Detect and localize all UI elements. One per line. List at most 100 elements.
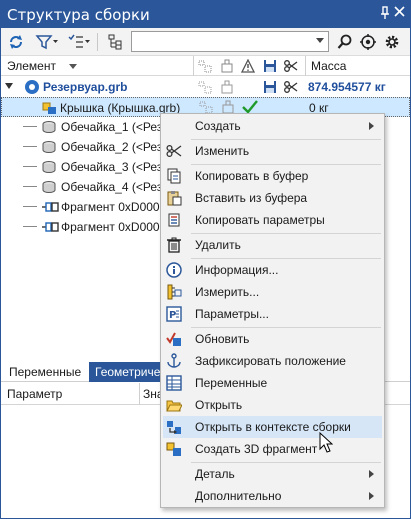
column-parameter[interactable]: Параметр (7, 387, 62, 401)
menu-item-copy[interactable]: Копировать в буфер (163, 165, 382, 187)
menu-item-fix-position[interactable]: Зафиксировать положение (163, 350, 382, 372)
menu-item-more[interactable]: Дополнительно (163, 485, 382, 507)
menu-item-label: Создать 3D фрагмент (195, 442, 318, 456)
scissors-icon (284, 80, 298, 97)
menu-item-create-3d-fragment[interactable]: Создать 3D фрагмент (163, 438, 382, 460)
tree-row-label: Обечайка_1 (<Рез (61, 120, 163, 134)
shell-part-icon (41, 179, 57, 198)
close-icon[interactable] (394, 4, 405, 21)
menu-item-label: Удалить (195, 238, 241, 252)
tab-geometry[interactable]: Геометриче (89, 362, 161, 382)
tree-row-label: Обечайка_4 (<Рез (61, 180, 163, 194)
update-icon (166, 331, 182, 347)
menu-item-label: Деталь (195, 467, 235, 481)
menu-item-label: Копировать параметры (195, 213, 325, 227)
save-icon (263, 80, 277, 97)
copy-icon (166, 168, 182, 184)
menu-item-label: Вставить из буфера (195, 191, 308, 205)
context-menu: Создать Изменить Копировать в буфер Вста… (160, 113, 385, 508)
paste-icon (166, 190, 182, 206)
fragment-icon (41, 199, 59, 218)
chevron-down-icon[interactable] (316, 38, 324, 43)
locate-icon[interactable] (357, 32, 379, 52)
column-element[interactable]: Элемент (7, 59, 56, 73)
menu-item-open[interactable]: Открыть (163, 394, 382, 416)
measure-icon (166, 284, 182, 300)
collapse-icon[interactable] (5, 83, 13, 89)
shell-part-icon (41, 119, 57, 138)
tree-row-label: Фрагмент 0xD0000 (61, 220, 167, 234)
menu-item-create[interactable]: Создать (163, 115, 382, 137)
menu-item-label: Зафиксировать положение (195, 354, 346, 368)
toolbar (1, 28, 410, 56)
menu-item-label: Переменные (195, 376, 268, 390)
anchor-icon (166, 353, 182, 369)
variables-icon (166, 375, 182, 391)
assembly-icon (24, 79, 40, 98)
menu-item-edit[interactable]: Изменить (163, 140, 382, 162)
list-filter-icon[interactable] (65, 32, 93, 52)
params-icon: P (166, 306, 182, 322)
chevron-right-icon (369, 492, 374, 500)
mouse-cursor-icon (319, 431, 334, 457)
menu-item-variables[interactable]: Переменные (163, 372, 382, 394)
open-folder-icon (166, 397, 183, 413)
filter-icon[interactable] (33, 32, 61, 52)
visibility-icon (198, 59, 212, 76)
save-icon (263, 59, 277, 76)
search-icon[interactable] (334, 32, 356, 52)
fragment-icon (41, 219, 59, 238)
panel-title: Структура сборки (7, 6, 150, 24)
scissors-icon (284, 59, 298, 76)
chevron-right-icon (369, 470, 374, 478)
scissors-icon (166, 143, 182, 159)
svg-text:P: P (169, 310, 176, 321)
column-header: Элемент Масса (1, 56, 410, 76)
menu-item-measure[interactable]: Измерить... (163, 281, 382, 303)
menu-item-update[interactable]: Обновить (163, 328, 382, 350)
visibility-icon (198, 80, 212, 97)
copy-params-icon (166, 212, 182, 228)
structure-icon (220, 59, 234, 76)
chevron-right-icon (369, 122, 374, 130)
create-3d-fragment-icon (166, 441, 182, 457)
shell-part-icon (41, 139, 57, 158)
menu-item-label: Изменить (195, 144, 250, 158)
warning-icon (240, 58, 256, 76)
menu-item-copy-params[interactable]: Копировать параметры (163, 209, 382, 231)
shell-part-icon (41, 159, 57, 178)
tree-icon[interactable] (104, 32, 126, 52)
assembly-structure-panel: Структура сборки Элемент Масса Резервуар… (0, 0, 411, 519)
menu-item-delete[interactable]: Удалить (163, 234, 382, 256)
menu-item-label: Создать (195, 119, 241, 133)
menu-item-label: Параметры... (195, 307, 269, 321)
menu-item-label: Измерить... (195, 285, 260, 299)
tree-root-mass: 874.954577 кг (308, 80, 386, 94)
trash-icon (166, 237, 182, 253)
refresh-icon[interactable] (5, 32, 27, 52)
column-mass[interactable]: Масса (311, 59, 346, 73)
menu-item-detail[interactable]: Деталь (163, 463, 382, 485)
tree-root[interactable]: Резервуар.grb 874.954577 кг (1, 77, 410, 97)
menu-item-paste[interactable]: Вставить из буфера (163, 187, 382, 209)
tab-variables[interactable]: Переменные (3, 362, 87, 382)
menu-item-parameters[interactable]: P Параметры... (163, 303, 382, 325)
menu-item-label: Копировать в буфер (195, 169, 309, 183)
tree-row-label: Обечайка_2 (<Рез (61, 140, 163, 154)
open-in-context-icon (166, 419, 182, 435)
pin-icon[interactable] (380, 6, 390, 23)
info-icon (166, 262, 182, 278)
menu-item-label: Информация... (195, 263, 279, 277)
structure-icon (220, 80, 234, 97)
menu-item-label: Обновить (195, 332, 250, 346)
tree-row-label: Фрагмент 0xD0000 (61, 200, 167, 214)
title-bar: Структура сборки (1, 1, 410, 28)
menu-item-open-in-context[interactable]: Открыть в контексте сборки (163, 416, 382, 438)
menu-item-info[interactable]: Информация... (163, 259, 382, 281)
tree-row-label: Обечайка_3 (<Рез (61, 160, 163, 174)
menu-item-label: Дополнительно (195, 489, 282, 503)
menu-item-label: Открыть (195, 398, 243, 412)
search-combo[interactable] (131, 31, 329, 52)
settings-icon[interactable] (381, 32, 403, 52)
tree-root-label: Резервуар.grb (43, 80, 128, 94)
